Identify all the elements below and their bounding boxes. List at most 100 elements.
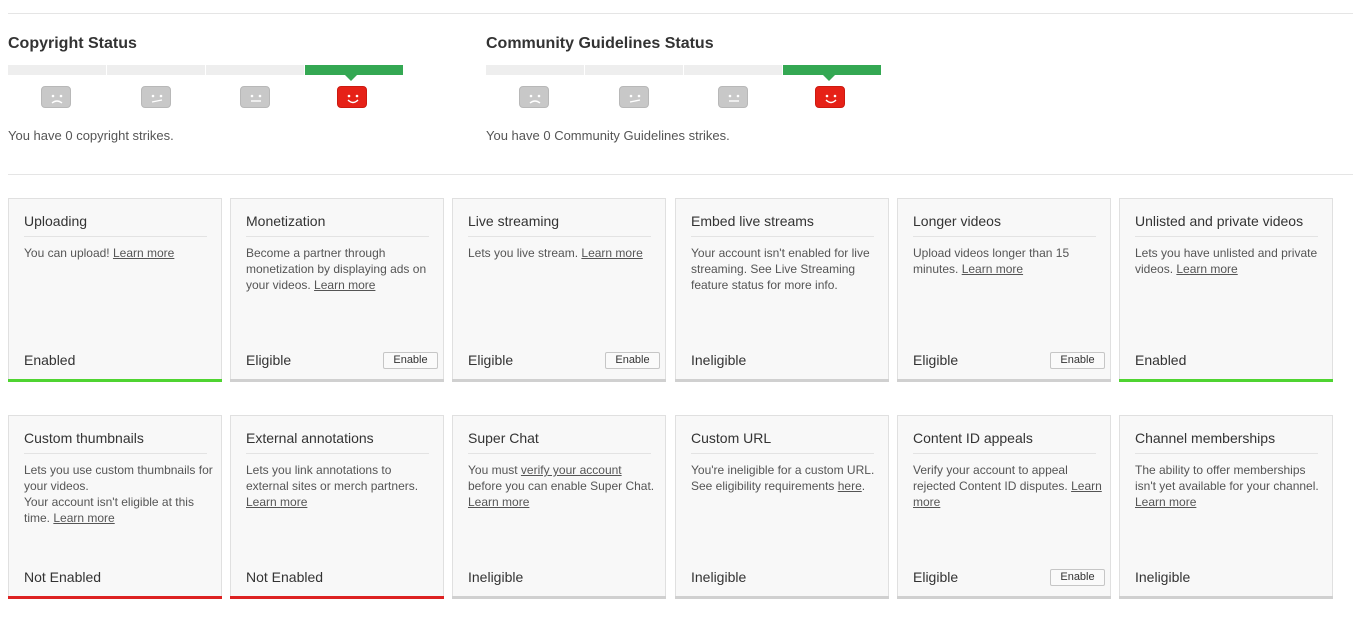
learn-more-link[interactable]: Learn more: [468, 495, 529, 509]
copyright-strike-meter: [8, 65, 404, 81]
feature-card-longer-videos: Longer videos Upload videos longer than 1…: [897, 198, 1111, 382]
feature-status: Enabled: [24, 352, 76, 368]
feature-card-live-streaming: Live streaming Lets you live stream. Lear…: [452, 198, 666, 382]
feature-title: Uploading: [24, 213, 207, 237]
feature-title: Embed live streams: [691, 213, 874, 237]
feature-description: Become a partner through monetization by…: [246, 246, 427, 292]
feature-title: External annotations: [246, 430, 429, 454]
learn-more-link[interactable]: Learn more: [1135, 495, 1196, 509]
meter-pointer: [823, 75, 835, 81]
status-bar: [452, 379, 666, 382]
meter-pointer: [345, 75, 357, 81]
learn-more-link[interactable]: Learn more: [53, 511, 114, 525]
status-bar: [8, 596, 222, 599]
meter-segment-active: [305, 65, 403, 81]
feature-card-monetization: Monetization Become a partner through mon…: [230, 198, 444, 382]
meter-segment: [486, 65, 584, 75]
community-guidelines-status: Community Guidelines Status You have 0 C…: [486, 34, 881, 143]
feature-title: Unlisted and private videos: [1135, 213, 1318, 237]
feature-status: Eligible: [246, 352, 292, 368]
verify-your-account-link[interactable]: verify your account: [521, 463, 622, 477]
status-bar: [1119, 596, 1333, 599]
learn-more-link[interactable]: Learn more: [581, 246, 642, 260]
community-strike-meter: [486, 65, 882, 81]
happy-face-icon: [337, 86, 367, 108]
neutral-face-icon: [718, 86, 748, 108]
feature-status: Enabled: [1135, 352, 1187, 368]
feature-description: The ability to offer memberships isn't y…: [1135, 463, 1319, 509]
feature-description: You can upload! Learn more: [24, 246, 175, 260]
feature-card-uploading: Uploading You can upload! Learn more Enabl…: [8, 198, 222, 382]
learn-more-link[interactable]: Learn more: [1176, 262, 1237, 276]
feature-title: Longer videos: [913, 213, 1096, 237]
feature-description: Lets you live stream. Learn more: [468, 246, 643, 260]
feature-card-custom-thumbnails: Custom thumbnails Lets you use custom thu…: [8, 415, 222, 599]
feature-title: Channel memberships: [1135, 430, 1318, 454]
status-bar: [1119, 379, 1333, 382]
sad-face-icon: [41, 86, 71, 108]
feature-description: Upload videos longer than 15 minutes. Le…: [913, 246, 1070, 276]
enable-button[interactable]: Enable: [605, 352, 660, 369]
feature-card-channel-memberships: Channel memberships The ability to offer …: [1119, 415, 1333, 599]
status-bar: [230, 596, 444, 599]
feature-description: Lets you have unlisted and private video…: [1135, 246, 1318, 276]
feature-description: Lets you link annotations to external si…: [246, 463, 419, 509]
neutral-face-icon: [240, 86, 270, 108]
feature-description: Verify your account to appeal rejected C…: [913, 463, 1102, 509]
feature-title: Live streaming: [468, 213, 651, 237]
feature-title: Custom thumbnails: [24, 430, 207, 454]
feature-status: Ineligible: [691, 352, 747, 368]
meh-face-icon: [141, 86, 171, 108]
feature-status: Ineligible: [468, 569, 524, 585]
meter-segment: [107, 65, 205, 75]
feature-card-content-id-appeals: Content ID appeals Verify your account to…: [897, 415, 1111, 599]
learn-more-link[interactable]: Learn more: [913, 479, 1102, 509]
here-link[interactable]: here: [838, 479, 862, 493]
meter-segment: [684, 65, 782, 75]
feature-description: Lets you use custom thumbnails for your …: [24, 463, 213, 525]
enable-button[interactable]: Enable: [1050, 569, 1105, 586]
feature-status: Ineligible: [1135, 569, 1191, 585]
status-bar: [675, 379, 889, 382]
feature-description: You must verify your account before you …: [468, 463, 655, 509]
top-divider: [8, 13, 1353, 14]
feature-description: You're ineligible for a custom URL. See …: [691, 463, 875, 493]
meter-segment: [8, 65, 106, 75]
status-bar: [452, 596, 666, 599]
learn-more-link[interactable]: Learn more: [113, 246, 174, 260]
feature-title: Custom URL: [691, 430, 874, 454]
community-strikes-text: You have 0 Community Guidelines strikes.: [486, 128, 730, 143]
feature-status: Eligible: [468, 352, 514, 368]
learn-more-link[interactable]: Learn more: [246, 495, 307, 509]
feature-title: Monetization: [246, 213, 429, 237]
status-bar: [8, 379, 222, 382]
community-status-title: Community Guidelines Status: [486, 35, 714, 52]
feature-status: Not Enabled: [24, 569, 102, 585]
feature-card-embed-live-streams: Embed live streams Your account isn't ena…: [675, 198, 889, 382]
learn-more-link[interactable]: Learn more: [962, 262, 1023, 276]
feature-card-custom-url: Custom URL You're ineligible for a custom…: [675, 415, 889, 599]
status-bar: [675, 596, 889, 599]
meter-segment: [585, 65, 683, 75]
status-bar: [897, 596, 1111, 599]
happy-face-icon: [815, 86, 845, 108]
feature-title: Content ID appeals: [913, 430, 1096, 454]
enable-button[interactable]: Enable: [383, 352, 438, 369]
copyright-status: Copyright Status You have 0 copyright st…: [8, 34, 403, 143]
learn-more-link[interactable]: Learn more: [314, 278, 375, 292]
meh-face-icon: [619, 86, 649, 108]
enable-button[interactable]: Enable: [1050, 352, 1105, 369]
feature-description: Your account isn't enabled for live stre…: [691, 246, 870, 292]
copyright-status-title: Copyright Status: [8, 35, 137, 52]
feature-card-external-annotations: External annotations Lets you link annota…: [230, 415, 444, 599]
feature-status: Eligible: [913, 569, 959, 585]
feature-card-super-chat: Super Chat You must verify your account b…: [452, 415, 666, 599]
feature-card-unlisted-and-private-videos: Unlisted and private videos Lets you have…: [1119, 198, 1333, 382]
section-divider: [8, 174, 1353, 175]
feature-title: Super Chat: [468, 430, 651, 454]
status-bar: [230, 379, 444, 382]
copyright-strikes-text: You have 0 copyright strikes.: [8, 128, 174, 143]
feature-status: Ineligible: [691, 569, 747, 585]
feature-status: Eligible: [913, 352, 959, 368]
meter-segment: [206, 65, 304, 75]
